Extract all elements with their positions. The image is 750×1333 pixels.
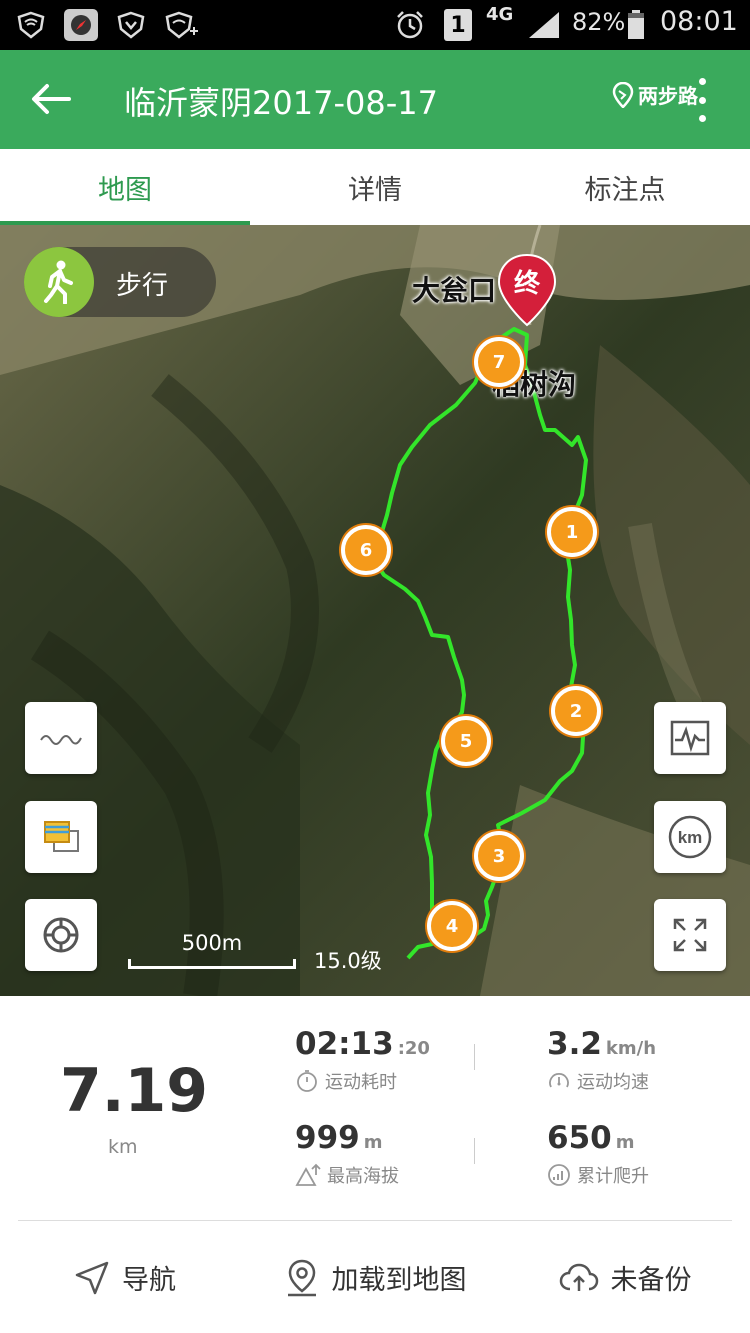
status-time: 08:01 [660,6,738,37]
more-dot-icon [698,115,706,122]
wifi-icon [162,9,202,41]
signal-icon [526,9,562,41]
divider [474,1138,475,1164]
more-menu-button[interactable] [682,72,722,128]
load-to-map-button[interactable]: 加载到地图 [250,1222,500,1333]
backup-button[interactable]: 未备份 [500,1222,750,1333]
battery-icon [626,9,646,41]
speed-unit: km/h [605,1038,657,1059]
tab-markers[interactable]: 标注点 [500,149,750,225]
tab-map[interactable]: 地图 [0,149,250,225]
climb-chart-icon [548,1164,570,1186]
shield-wifi-icon [14,9,48,41]
backup-label: 未备份 [610,1265,692,1296]
shield-icon [114,9,148,41]
speedometer-icon [549,1073,569,1088]
map-scale: 500m [128,931,296,969]
target-icon [43,917,79,953]
total-climb-stat: 650 m 累计爬升 [547,1120,649,1188]
max-altitude-value: 999 [295,1120,360,1156]
max-altitude-unit: m [363,1132,383,1153]
end-marker-label: 终 [513,269,540,299]
map-view[interactable]: 步行 大瓮口 稻树沟 终 1 2 3 4 5 6 7 km 500m 15.0级 [0,225,750,996]
map-pin-icon [287,1259,316,1296]
total-climb-unit: m [615,1132,635,1153]
distance-value: 7.19 [60,1056,209,1126]
speed-stat: 3.2 km/h 运动均速 [547,1026,656,1094]
max-altitude-label: 最高海拔 [327,1166,399,1187]
cloud-upload-icon [559,1263,598,1291]
app-bar: 临沂蒙阴2017-08-17 两步路 [0,50,750,149]
track-stats: 7.19 km 02:13:20 运动耗时 3.2 km/h 运动均速 999 m … [0,996,750,1222]
stopwatch-icon [297,1070,317,1092]
waypoint-marker[interactable]: 3 [474,831,524,881]
total-climb-label: 累计爬升 [577,1166,649,1187]
fullscreen-button[interactable] [654,899,726,971]
sim-1-icon: 1 [444,9,472,41]
navigation-arrow-icon [75,1261,109,1294]
walking-icon [24,247,94,317]
duration-value: 02:13 [295,1026,394,1062]
duration-seconds: :20 [397,1038,430,1059]
zoom-level: 15.0级 [314,949,382,973]
divider [474,1044,475,1070]
navigate-label: 导航 [122,1265,176,1296]
tab-bar: 地图 详情 标注点 [0,149,750,225]
scale-bar [128,959,296,969]
distance-unit: km [108,1136,138,1158]
speed-label: 运动均速 [577,1072,649,1093]
waypoint-marker[interactable]: 4 [427,901,477,951]
travel-mode-label: 步行 [116,271,169,301]
end-marker[interactable]: 终 [496,253,558,327]
network-type: 4G [486,4,514,25]
navigate-button[interactable]: 导航 [0,1222,250,1333]
place-label: 大瓮口 [412,274,497,307]
action-bar: 导航 加载到地图 未备份 [0,1222,750,1333]
more-dot-icon [698,96,706,104]
satellite-imagery [0,225,750,996]
km-icon: km [668,815,712,859]
alarm-icon [392,9,428,41]
battery-percent: 82% [572,8,626,36]
max-altitude-stat: 999 m 最高海拔 [295,1120,399,1188]
waypoint-marker[interactable]: 7 [474,337,524,387]
waypoint-marker[interactable]: 1 [547,507,597,557]
more-dot-icon [698,78,706,85]
waypoint-marker[interactable]: 2 [551,686,601,736]
map-layers-button[interactable] [25,801,97,873]
distance-unit-button[interactable]: km [654,801,726,873]
duration-label: 运动耗时 [325,1072,397,1093]
duration-stat: 02:13:20 运动耗时 [295,1026,430,1094]
waypoint-marker[interactable]: 5 [441,716,491,766]
tab-details[interactable]: 详情 [250,149,500,225]
compass-icon [64,9,98,41]
locate-button[interactable] [25,899,97,971]
expand-icon [673,918,707,952]
status-bar: 1 4G 82% 08:01 [0,0,750,50]
elevation-profile-button[interactable] [25,702,97,774]
speed-value: 3.2 [547,1026,602,1062]
travel-mode-toggle[interactable]: 步行 [24,247,216,317]
layers-icon [44,821,79,852]
wave-icon [40,735,82,745]
load-to-map-label: 加载到地图 [331,1265,467,1296]
mountain-peak-icon [295,1163,321,1186]
back-button[interactable] [26,74,76,124]
scale-label: 500m [181,931,243,955]
svg-text:km: km [678,828,703,847]
divider [18,1220,732,1221]
total-climb-value: 650 [547,1120,612,1156]
location-pin-icon [612,81,634,108]
waypoint-marker[interactable]: 6 [341,525,391,575]
chart-button[interactable] [654,702,726,774]
page-title: 临沂蒙阴2017-08-17 [124,84,438,122]
line-chart-icon [670,720,710,756]
back-arrow-icon [32,84,71,114]
